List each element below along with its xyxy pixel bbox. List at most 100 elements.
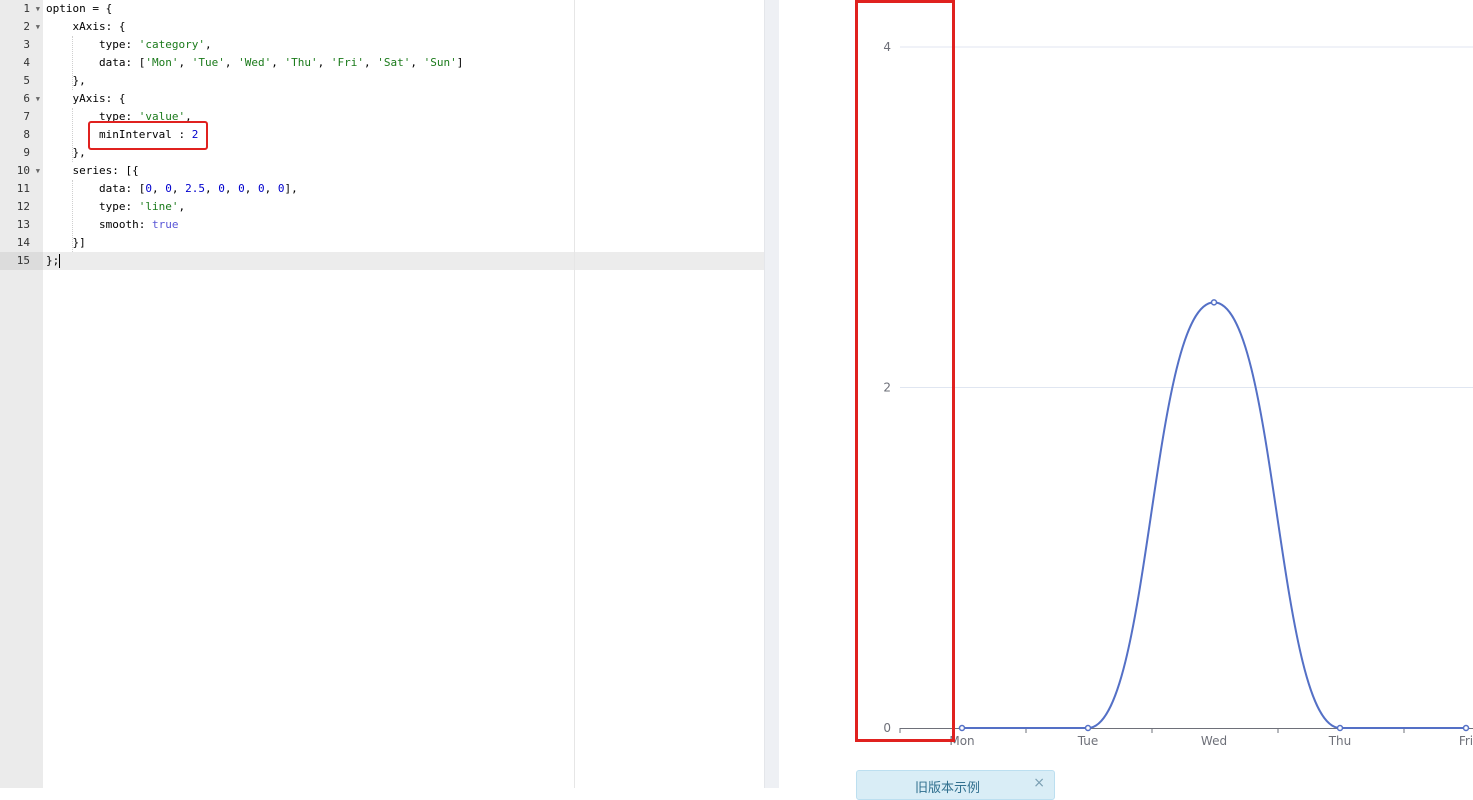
code-token: , (204, 38, 212, 51)
code-token: ], (284, 182, 298, 195)
code-token: true (151, 218, 179, 231)
fold-arrow-icon[interactable]: ▼ (36, 0, 40, 18)
code-token: 'Sat' (377, 56, 411, 69)
code-token: 0 (218, 182, 225, 195)
code-token: smooth: (46, 218, 152, 231)
code-line[interactable]: type: 'category', (46, 36, 212, 54)
line-number: 1 ▼ (0, 0, 43, 18)
line-number-text: 7 (23, 110, 30, 123)
code-token: 'Sun' (423, 56, 457, 69)
line-number-text: 5 (23, 74, 30, 87)
code-token: }] (46, 236, 86, 249)
code-token: , (204, 182, 219, 195)
code-token: 0 (165, 182, 172, 195)
line-number: 7 (0, 108, 43, 126)
code-token: , (410, 56, 424, 69)
code-token: , (178, 56, 192, 69)
line-number: 2 ▼ (0, 18, 43, 36)
code-token: 'category' (138, 38, 205, 51)
code-line[interactable]: }, (46, 144, 85, 162)
code-token: , (171, 182, 186, 195)
code-token: option = { (46, 2, 113, 15)
code-line[interactable]: type: 'line', (46, 198, 185, 216)
fold-arrow-icon[interactable]: ▼ (36, 18, 40, 36)
indent-guide (72, 180, 74, 252)
text-cursor (59, 254, 60, 268)
line-number: 8 (0, 126, 43, 144)
code-token: 'Mon' (145, 56, 179, 69)
print-margin (574, 0, 575, 788)
data-point (1084, 724, 1092, 732)
line-number: 15 (0, 252, 43, 270)
fold-arrow-icon[interactable]: ▼ (36, 90, 40, 108)
code-token: 0 (145, 182, 152, 195)
x-tick-label: Tue (1077, 734, 1099, 748)
fold-arrow-icon[interactable]: ▼ (36, 162, 40, 180)
code-token: 'Wed' (238, 56, 272, 69)
x-tick-label: Wed (1201, 734, 1227, 748)
line-number: 5 (0, 72, 43, 90)
code-token: series: [{ (46, 164, 139, 177)
x-tick-label: Thu (1328, 734, 1352, 748)
code-token: 0 (257, 182, 265, 195)
notice-text: 旧版本示例 (915, 781, 981, 796)
code-token: type: (46, 38, 139, 51)
line-number-text: 11 (16, 182, 30, 195)
line-number-text: 3 (23, 38, 30, 51)
line-number: 11 (0, 180, 43, 198)
code-line[interactable]: }; (46, 252, 59, 270)
code-token: 0 (238, 182, 245, 195)
line-number-text: 4 (23, 56, 30, 69)
line-number-text: 8 (23, 128, 30, 141)
indent-guide (72, 36, 74, 90)
code-token: 'line' (138, 200, 179, 213)
line-number-text: 12 (16, 200, 30, 213)
code-line[interactable]: }] (46, 234, 86, 252)
data-point (1462, 724, 1470, 732)
code-token: , (264, 182, 278, 195)
line-number-text: 2 (23, 20, 30, 33)
code-line[interactable]: data: ['Mon', 'Tue', 'Wed', 'Thu', 'Fri'… (46, 54, 463, 72)
line-number: 9 (0, 144, 43, 162)
code-token: type: (46, 200, 139, 213)
code-token: , (178, 200, 186, 213)
line-number: 4 (0, 54, 43, 72)
line-number: 10 ▼ (0, 162, 43, 180)
code-token: , (317, 56, 331, 69)
close-icon[interactable]: × (1033, 775, 1045, 791)
old-version-notice[interactable]: 旧版本示例 × (856, 770, 1055, 800)
code-line[interactable]: xAxis: { (46, 18, 125, 36)
line-number-text: 9 (23, 146, 30, 159)
code-token: 'Thu' (284, 56, 318, 69)
data-point (958, 724, 966, 732)
line-number-text: 1 (23, 2, 30, 15)
x-tick-label: Fri (1459, 734, 1473, 748)
code-editor[interactable]: 1 ▼ 2 ▼ 3 4 5 6 ▼ 7 8 9 10 ▼ 11 12 13 14 15 option = { xAx… (0, 0, 764, 788)
code-line[interactable]: }, (46, 72, 86, 90)
active-line-highlight (43, 252, 764, 270)
line-number: 13 (0, 216, 43, 234)
line-number-text: 10 (16, 164, 30, 177)
code-line[interactable]: series: [{ (46, 162, 139, 180)
line-number: 3 (0, 36, 43, 54)
code-token: , (151, 182, 166, 195)
code-token: 'Fri' (330, 56, 364, 69)
panel-splitter[interactable] (764, 0, 780, 788)
indent-guide (72, 108, 74, 162)
code-line[interactable]: yAxis: { (46, 90, 125, 108)
data-point (1210, 299, 1218, 306)
line-number: 12 (0, 198, 43, 216)
line-number-text: 14 (16, 236, 30, 249)
code-token: , (244, 182, 258, 195)
code-line[interactable]: smooth: true (46, 216, 179, 234)
code-token: }, (46, 74, 86, 87)
code-line[interactable]: option = { (46, 0, 112, 18)
annotation-box-min-interval (88, 121, 208, 150)
line-number-text: 6 (23, 92, 30, 105)
code-token: 2.5 (185, 182, 205, 195)
line-number-text: 15 (16, 254, 30, 267)
code-token: data: [ (46, 182, 146, 195)
code-token: , (224, 56, 239, 69)
code-token: , (224, 182, 239, 195)
code-line[interactable]: data: [0, 0, 2.5, 0, 0, 0, 0], (46, 180, 298, 198)
